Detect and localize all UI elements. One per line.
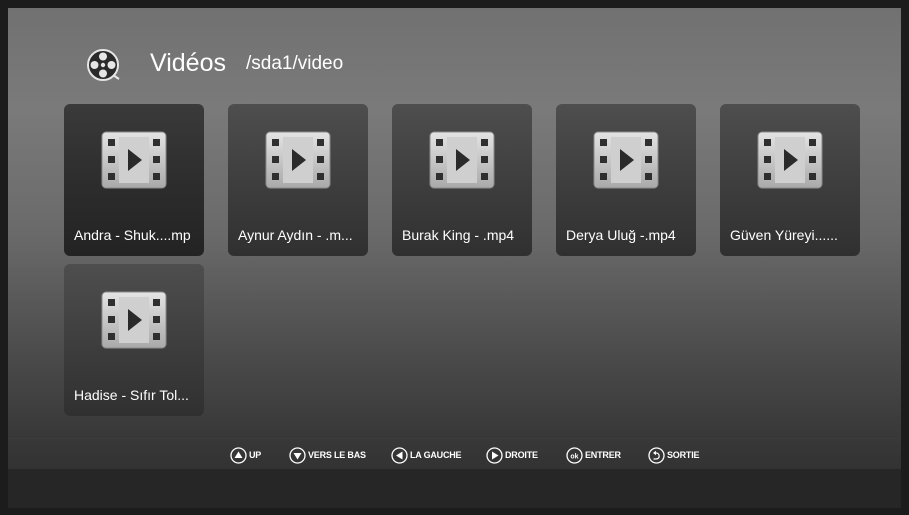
video-tile-label: Hadise - Sıfır Tol... bbox=[74, 387, 189, 403]
ok-circle-icon: ok bbox=[566, 446, 583, 464]
hint-label: VERS LE BAS bbox=[308, 450, 366, 460]
video-tile[interactable]: Hadise - Sıfır Tol... bbox=[64, 264, 204, 416]
video-tile-label: Burak King - .mp4 bbox=[402, 227, 515, 243]
video-file-icon bbox=[265, 131, 331, 189]
remote-key-hint-bar: UP VERS LE BAS LA GAUCHE DROITE ok ENTRE… bbox=[8, 438, 901, 469]
video-browser-screen: Vidéos /sda1/video Andra - Shuk....mp Ay… bbox=[8, 8, 901, 508]
hint-label: LA GAUCHE bbox=[410, 450, 462, 460]
arrow-up-circle-icon bbox=[230, 446, 247, 464]
video-file-icon bbox=[101, 291, 167, 349]
video-file-icon bbox=[757, 131, 823, 189]
hint-label: DROITE bbox=[505, 450, 538, 460]
hint-sortie: SORTIE bbox=[648, 446, 700, 464]
hint-label: UP bbox=[249, 450, 262, 460]
hint-droite: DROITE bbox=[486, 446, 538, 464]
hint-up: UP bbox=[230, 446, 261, 464]
bottom-band bbox=[8, 469, 901, 508]
return-circle-icon bbox=[648, 446, 665, 464]
video-tile[interactable]: Andra - Shuk....mp bbox=[64, 104, 204, 256]
video-file-icon bbox=[593, 131, 659, 189]
video-tile-label: Derya Uluğ -.mp4 bbox=[566, 227, 676, 243]
video-tile-label: Aynur Aydın - .m... bbox=[238, 227, 353, 243]
hint-la-gauche: LA GAUCHE bbox=[391, 446, 462, 464]
video-grid: Andra - Shuk....mp Aynur Aydın - .m... B… bbox=[8, 8, 901, 428]
video-tile[interactable]: Aynur Aydın - .m... bbox=[228, 104, 368, 256]
video-tile-label: Güven Yüreyi...... bbox=[730, 227, 838, 243]
hint-label: SORTIE bbox=[667, 450, 700, 460]
video-tile[interactable]: Burak King - .mp4 bbox=[392, 104, 532, 256]
hint-entrer: ok ENTRER bbox=[566, 446, 621, 464]
hint-vers-le-bas: VERS LE BAS bbox=[289, 446, 366, 464]
arrow-down-circle-icon bbox=[289, 446, 306, 464]
hint-label: ENTRER bbox=[585, 450, 621, 460]
arrow-left-circle-icon bbox=[391, 446, 408, 464]
video-tile-label: Andra - Shuk....mp bbox=[74, 227, 191, 243]
svg-text:ok: ok bbox=[570, 453, 578, 460]
video-tile[interactable]: Derya Uluğ -.mp4 bbox=[556, 104, 696, 256]
arrow-right-circle-icon bbox=[486, 446, 503, 464]
video-tile[interactable]: Güven Yüreyi...... bbox=[720, 104, 860, 256]
video-file-icon bbox=[101, 131, 167, 189]
video-file-icon bbox=[429, 131, 495, 189]
